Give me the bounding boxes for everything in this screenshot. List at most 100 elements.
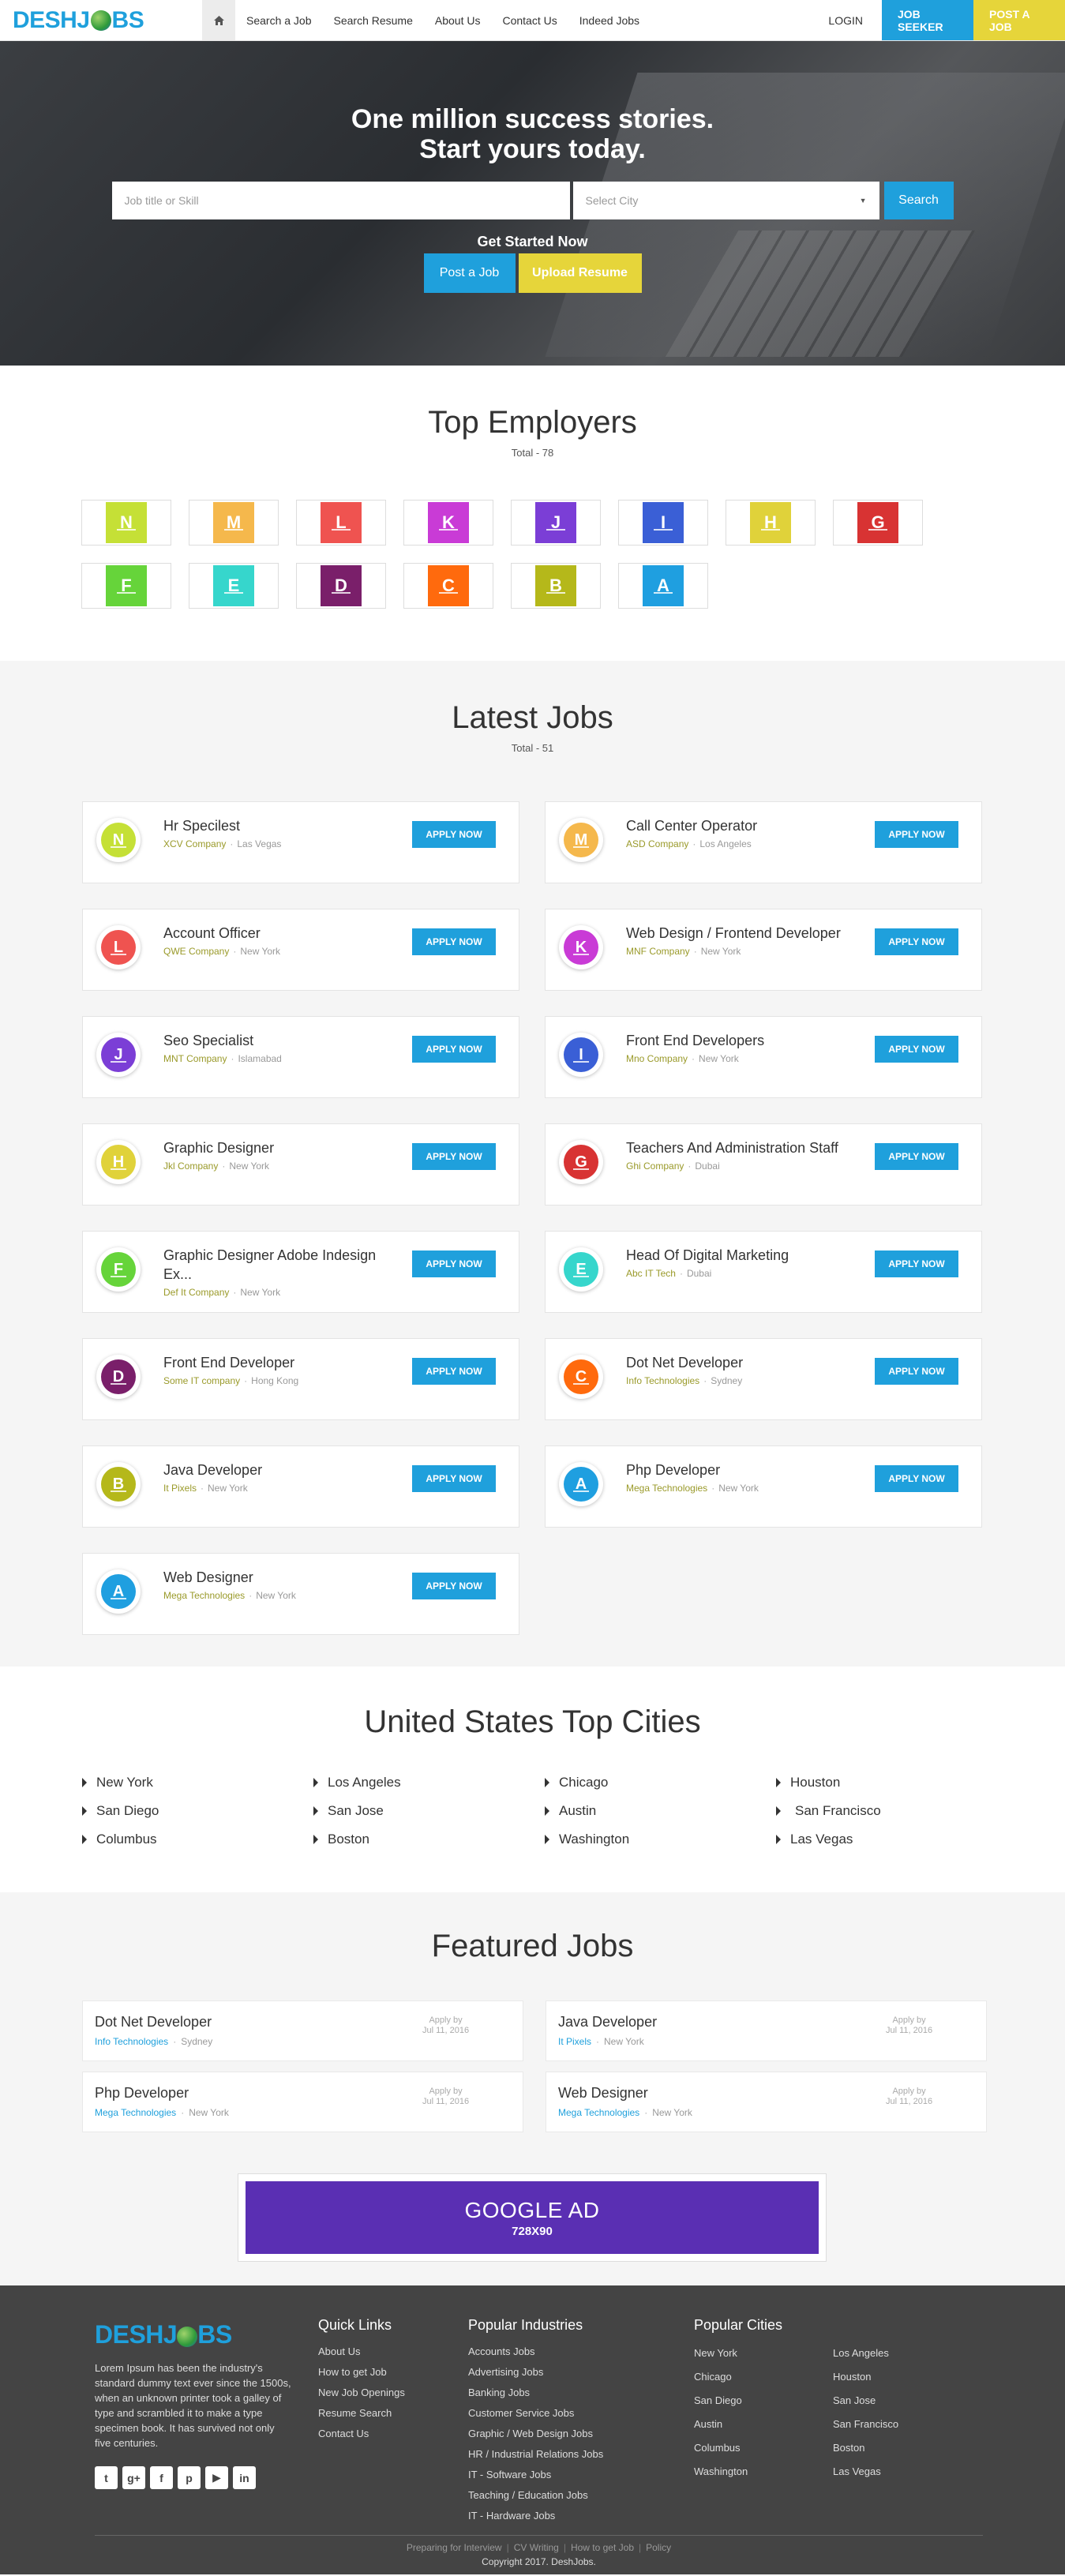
featured-job-title[interactable]: Dot Net Developer xyxy=(95,2014,212,2030)
job-company[interactable]: Mega Technologies xyxy=(626,1483,707,1494)
footer-city-link[interactable]: San Francisco xyxy=(833,2413,943,2436)
footer-city-link[interactable]: Houston xyxy=(833,2365,943,2389)
footer-quick-link[interactable]: Contact Us xyxy=(318,2424,405,2444)
footer-city-link[interactable]: Las Vegas xyxy=(833,2460,943,2484)
job-title[interactable]: Front End Developer xyxy=(163,1353,400,1372)
job-title[interactable]: Web Designer xyxy=(163,1568,400,1587)
footer-city-link[interactable]: San Diego xyxy=(694,2389,833,2413)
footer-bottom-link[interactable]: CV Writing xyxy=(514,2542,559,2553)
footer-city-link[interactable]: Los Angeles xyxy=(833,2342,943,2365)
apply-now-button[interactable]: APPLY NOW xyxy=(412,821,496,848)
job-company[interactable]: MNT Company xyxy=(163,1053,227,1064)
city-link[interactable]: Boston xyxy=(313,1832,545,1847)
footer-industry-link[interactable]: IT - Software Jobs xyxy=(468,2465,603,2485)
job-title[interactable]: Call Center Operator xyxy=(626,816,863,835)
apply-now-button[interactable]: APPLY NOW xyxy=(412,1036,496,1063)
featured-job-company[interactable]: It Pixels xyxy=(558,2036,591,2047)
footer-city-link[interactable]: Boston xyxy=(833,2436,943,2460)
twitter-icon[interactable]: t xyxy=(95,2466,118,2489)
apply-now-button[interactable]: APPLY NOW xyxy=(412,1251,496,1277)
job-title[interactable]: Web Design / Frontend Developer xyxy=(626,924,863,943)
job-title[interactable]: Dot Net Developer xyxy=(626,1353,863,1372)
nav-about-us[interactable]: About Us xyxy=(424,0,492,40)
job-title[interactable]: Seo Specialist xyxy=(163,1031,400,1050)
apply-now-button[interactable]: APPLY NOW xyxy=(875,1251,958,1277)
footer-quick-link[interactable]: About Us xyxy=(318,2342,405,2362)
job-company[interactable]: ASD Company xyxy=(626,838,688,849)
job-company[interactable]: Def It Company xyxy=(163,1287,229,1298)
apply-now-button[interactable]: APPLY NOW xyxy=(412,1143,496,1170)
employer-logo[interactable]: E xyxy=(189,563,279,609)
employer-logo[interactable]: K xyxy=(403,500,493,546)
footer-industry-link[interactable]: HR / Industrial Relations Jobs xyxy=(468,2444,603,2465)
footer-city-link[interactable]: Columbus xyxy=(694,2436,833,2460)
nav-search-resume[interactable]: Search Resume xyxy=(323,0,424,40)
job-company[interactable]: Abc IT Tech xyxy=(626,1268,676,1279)
apply-now-button[interactable]: APPLY NOW xyxy=(875,1465,958,1492)
employer-logo[interactable]: J xyxy=(511,500,601,546)
footer-industry-link[interactable]: Advertising Jobs xyxy=(468,2362,603,2383)
city-link[interactable]: San Diego xyxy=(82,1803,313,1819)
job-title[interactable]: Java Developer xyxy=(163,1460,400,1479)
employer-logo[interactable]: M xyxy=(189,500,279,546)
apply-now-button[interactable]: APPLY NOW xyxy=(875,821,958,848)
employer-logo[interactable]: D xyxy=(296,563,386,609)
footer-bottom-link[interactable]: How to get Job xyxy=(571,2542,634,2553)
search-button[interactable]: Search xyxy=(883,182,954,219)
youtube-icon[interactable]: ▶ xyxy=(205,2466,228,2489)
featured-job-title[interactable]: Php Developer xyxy=(95,2085,189,2102)
apply-now-button[interactable]: APPLY NOW xyxy=(412,1358,496,1385)
apply-now-button[interactable]: APPLY NOW xyxy=(412,1465,496,1492)
footer-city-link[interactable]: Washington xyxy=(694,2460,833,2484)
job-company[interactable]: Ghi Company xyxy=(626,1161,684,1172)
footer-bottom-link[interactable]: Policy xyxy=(646,2542,671,2553)
city-link[interactable]: Washington xyxy=(545,1832,776,1847)
job-company[interactable]: It Pixels xyxy=(163,1483,197,1494)
footer-industry-link[interactable]: Banking Jobs xyxy=(468,2383,603,2403)
job-company[interactable]: XCV Company xyxy=(163,838,226,849)
apply-now-button[interactable]: APPLY NOW xyxy=(875,1358,958,1385)
job-title[interactable]: Graphic Designer xyxy=(163,1138,400,1157)
footer-industry-link[interactable]: Teaching / Education Jobs xyxy=(468,2485,603,2506)
job-title[interactable]: Graphic Designer Adobe Indesign Ex... xyxy=(163,1246,400,1284)
post-job-button[interactable]: Post a Job xyxy=(423,253,516,293)
job-company[interactable]: Mno Company xyxy=(626,1053,688,1064)
employer-logo[interactable]: H xyxy=(726,500,816,546)
city-link[interactable]: Houston xyxy=(776,1775,951,1790)
featured-job-company[interactable]: Info Technologies xyxy=(95,2036,168,2047)
footer-bottom-link[interactable]: Preparing for Interview xyxy=(407,2542,502,2553)
footer-city-link[interactable]: San Jose xyxy=(833,2389,943,2413)
employer-logo[interactable]: C xyxy=(403,563,493,609)
apply-now-button[interactable]: APPLY NOW xyxy=(412,1573,496,1599)
featured-job-company[interactable]: Mega Technologies xyxy=(95,2107,176,2118)
google-plus-icon[interactable]: g+ xyxy=(122,2466,145,2489)
footer-quick-link[interactable]: New Job Openings xyxy=(318,2383,405,2403)
apply-now-button[interactable]: APPLY NOW xyxy=(875,1143,958,1170)
job-title[interactable]: Account Officer xyxy=(163,924,400,943)
nav-contact-us[interactable]: Contact Us xyxy=(491,0,568,40)
city-link[interactable]: Los Angeles xyxy=(313,1775,545,1790)
apply-now-button[interactable]: APPLY NOW xyxy=(875,928,958,955)
job-title[interactable]: Head Of Digital Marketing xyxy=(626,1246,863,1265)
login-link[interactable]: LOGIN xyxy=(809,0,882,40)
job-company[interactable]: Info Technologies xyxy=(626,1375,699,1386)
job-company[interactable]: Jkl Company xyxy=(163,1161,218,1172)
employer-logo[interactable]: F xyxy=(81,563,171,609)
job-company[interactable]: QWE Company xyxy=(163,946,229,957)
footer-logo[interactable]: DESHJ BS xyxy=(95,2320,292,2349)
home-button[interactable] xyxy=(202,0,235,40)
pinterest-icon[interactable]: p xyxy=(178,2466,201,2489)
featured-job-title[interactable]: Java Developer xyxy=(558,2014,657,2030)
skill-search-input[interactable]: Job title or Skill xyxy=(111,182,570,219)
nav-search-job[interactable]: Search a Job xyxy=(235,0,323,40)
city-select[interactable]: Select City ▼ xyxy=(572,182,879,219)
facebook-icon[interactable]: f xyxy=(150,2466,173,2489)
post-job-nav-button[interactable]: POST A JOB xyxy=(973,0,1065,40)
city-link[interactable]: Chicago xyxy=(545,1775,776,1790)
footer-industry-link[interactable]: Graphic / Web Design Jobs xyxy=(468,2424,603,2444)
job-title[interactable]: Teachers And Administration Staff xyxy=(626,1138,863,1157)
city-link[interactable]: New York xyxy=(82,1775,313,1790)
city-link[interactable]: Las Vegas xyxy=(776,1832,951,1847)
footer-industry-link[interactable]: IT - Hardware Jobs xyxy=(468,2506,603,2526)
job-title[interactable]: Hr Specilest xyxy=(163,816,400,835)
